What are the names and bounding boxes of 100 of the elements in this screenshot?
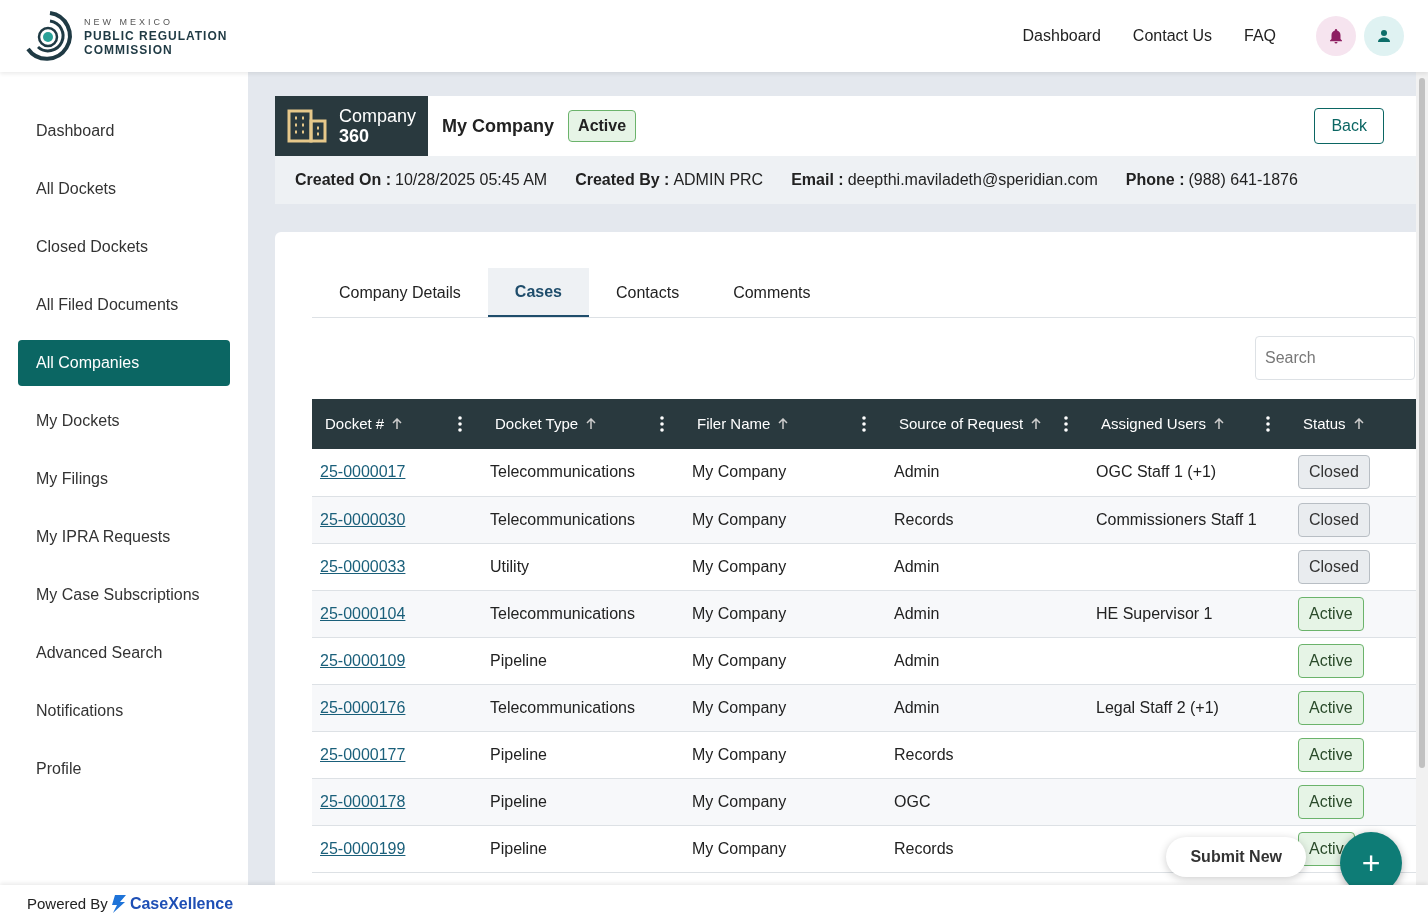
table-cell: My Company: [692, 698, 787, 716]
table-cell: Records: [894, 839, 954, 857]
table-cell: Telecommunications: [490, 510, 635, 528]
column-header[interactable]: Assigned Users: [1101, 412, 1207, 436]
sidebar-item[interactable]: Advanced Search: [18, 630, 230, 676]
docket-link[interactable]: 25-0000109: [320, 651, 406, 669]
sidebar-item[interactable]: All Filed Documents: [18, 282, 230, 328]
table-cell: HE Supervisor 1: [1096, 604, 1213, 622]
table-cell: My Company: [692, 604, 787, 622]
column-header[interactable]: Docket #: [325, 412, 385, 436]
detail-value: (988) 641-1876: [1188, 170, 1298, 190]
table-cell: Records: [894, 510, 954, 528]
submit-new-button[interactable]: Submit New: [1166, 837, 1306, 877]
nav-link[interactable]: Dashboard: [1022, 24, 1101, 48]
powered-by-text: Powered By: [27, 893, 108, 914]
table-cell: OGC Staff 1 (+1): [1096, 463, 1217, 481]
column-menu-icon[interactable]: [1064, 416, 1068, 432]
table-cell: Utility: [490, 557, 530, 575]
table-cell: Pipeline: [490, 792, 547, 810]
badge-title: Company: [339, 106, 417, 126]
sidebar-item[interactable]: All Dockets: [18, 166, 230, 212]
docket-link[interactable]: 25-0000033: [320, 557, 406, 575]
sidebar-item[interactable]: Notifications: [18, 688, 230, 734]
sort-arrow-icon[interactable]: [392, 418, 403, 430]
status-badge: Active: [1298, 643, 1364, 678]
column-menu-icon[interactable]: [660, 416, 664, 432]
docket-link[interactable]: 25-0000030: [320, 510, 406, 528]
table-cell: My Company: [692, 792, 787, 810]
table-cell: My Company: [692, 463, 787, 481]
sidebar-item[interactable]: Dashboard: [18, 108, 230, 154]
nav-link[interactable]: Contact Us: [1132, 24, 1212, 48]
column-header[interactable]: Status: [1303, 412, 1346, 436]
docket-link[interactable]: 25-0000178: [320, 792, 406, 810]
badge-number: 360: [339, 126, 371, 146]
sort-arrow-icon[interactable]: [778, 418, 789, 430]
sidebar-item[interactable]: My Case Subscriptions: [18, 572, 230, 618]
user-icon: [1375, 27, 1393, 45]
table-cell: Admin: [894, 698, 940, 716]
column-menu-icon[interactable]: [862, 416, 866, 432]
profile-button[interactable]: [1364, 16, 1404, 56]
sidebar-item[interactable]: Profile: [18, 746, 230, 792]
detail-label: Phone :: [1125, 170, 1185, 190]
detail-label: Email :: [791, 170, 844, 190]
sidebar-item[interactable]: My IPRA Requests: [18, 514, 230, 560]
table-cell: Telecommunications: [490, 698, 635, 716]
sidebar-item[interactable]: Closed Dockets: [18, 224, 230, 270]
company-name: My Company: [442, 114, 555, 138]
status-badge: Active: [1298, 784, 1364, 819]
logo-title: PUBLIC REGULATION: [84, 29, 228, 43]
tab[interactable]: Company Details: [312, 268, 488, 317]
detail-value: 10/28/2025 05:45 AM: [395, 170, 548, 190]
sidebar-item[interactable]: My Dockets: [18, 398, 230, 444]
sort-arrow-icon[interactable]: [1214, 418, 1225, 430]
table-cell: Admin: [894, 651, 940, 669]
docket-link[interactable]: 25-0000017: [320, 463, 406, 481]
table-cell: My Company: [692, 651, 787, 669]
brand-logo-icon: [111, 895, 126, 913]
back-button[interactable]: Back: [1314, 108, 1384, 144]
column-menu-icon[interactable]: [458, 416, 462, 432]
notifications-button[interactable]: [1316, 16, 1356, 56]
status-badge: Closed: [1298, 502, 1370, 537]
status-badge: Active: [568, 110, 637, 142]
docket-link[interactable]: 25-0000104: [320, 604, 406, 622]
sort-arrow-icon[interactable]: [586, 418, 597, 430]
table-cell: Admin: [894, 463, 940, 481]
table-cell: Records: [894, 745, 954, 763]
tab[interactable]: Comments: [706, 268, 838, 317]
table-cell: OGC: [894, 792, 931, 810]
tab[interactable]: Cases: [487, 268, 589, 317]
table-cell: Admin: [894, 604, 940, 622]
search-field[interactable]: Search: [1255, 336, 1415, 380]
sort-arrow-icon[interactable]: [1353, 418, 1364, 430]
table-cell: Pipeline: [490, 651, 547, 669]
table-cell: My Company: [692, 839, 787, 857]
scrollbar-thumb[interactable]: [1419, 78, 1425, 768]
tab[interactable]: Contacts: [589, 268, 707, 317]
status-badge: Active: [1298, 596, 1364, 631]
status-badge: Active: [1298, 690, 1364, 725]
detail-value: deepthi.maviladeth@speridian.com: [847, 170, 1098, 190]
table-cell: Pipeline: [490, 839, 547, 857]
table-cell: Legal Staff 2 (+1): [1096, 698, 1219, 716]
table-cell: Commissioners Staff 1: [1096, 510, 1257, 528]
docket-link[interactable]: 25-0000176: [320, 698, 406, 716]
table-cell: My Company: [692, 745, 787, 763]
status-badge: Closed: [1298, 549, 1370, 584]
column-menu-icon[interactable]: [1266, 416, 1270, 432]
docket-link[interactable]: 25-0000177: [320, 745, 406, 763]
sort-arrow-icon[interactable]: [1031, 418, 1042, 430]
column-header[interactable]: Filer Name: [697, 412, 771, 436]
table-cell: Pipeline: [490, 745, 547, 763]
nav-link[interactable]: FAQ: [1244, 24, 1276, 48]
status-badge: Active: [1298, 737, 1364, 772]
column-header[interactable]: Docket Type: [495, 412, 579, 436]
detail-label: Created On :: [295, 170, 391, 190]
logo-subtitle: NEW MEXICO: [84, 16, 174, 29]
bell-icon: [1327, 27, 1345, 45]
column-header[interactable]: Source of Request: [899, 412, 1024, 436]
docket-link[interactable]: 25-0000199: [320, 839, 406, 857]
sidebar-item[interactable]: My Filings: [18, 456, 230, 502]
sidebar-item[interactable]: All Companies: [18, 340, 230, 386]
